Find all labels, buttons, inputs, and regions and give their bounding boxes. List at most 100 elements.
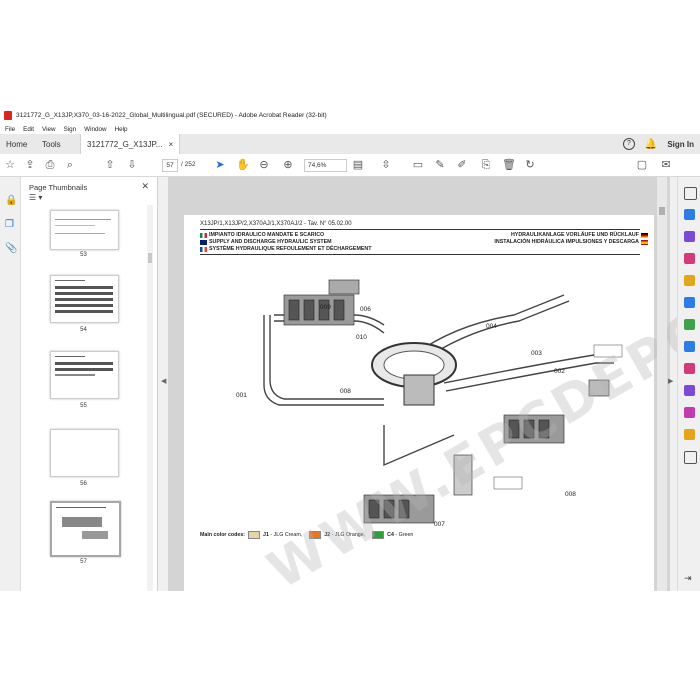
export-pdf-icon[interactable] (684, 209, 695, 220)
account-area: ? 🔔 Sign In (622, 134, 694, 154)
edit-pdf-icon[interactable] (684, 253, 695, 264)
more-tools-icon[interactable] (684, 451, 697, 464)
email-icon[interactable]: ✉ (660, 159, 672, 171)
callout-008-b: 008 (565, 491, 576, 498)
callout-003: 003 (531, 350, 542, 357)
left-navigation-rail: 🔒 ❐ 📎 (0, 177, 21, 591)
menu-file[interactable]: File (5, 126, 15, 133)
help-icon[interactable]: ? (622, 138, 635, 150)
share-icon[interactable]: ⎘ (480, 159, 492, 171)
thumbnail-page-56[interactable] (50, 429, 119, 477)
close-tab-icon[interactable]: × (168, 140, 173, 149)
callout-006: 006 (360, 306, 371, 313)
callout-008-a: 008 (340, 388, 351, 395)
attachments-icon[interactable]: 📎 (5, 243, 17, 254)
thumbnail-page-53[interactable] (50, 210, 119, 250)
thumbnails-list: 53 54 55 56 57 (21, 205, 157, 591)
tab-tools[interactable]: Tools (42, 134, 61, 154)
thumbnail-page-57-selected[interactable] (50, 501, 121, 557)
page-number-input[interactable]: 57 (162, 159, 178, 172)
spain-flag-icon (641, 239, 648, 245)
zoom-level-select[interactable]: 74,6% (304, 159, 347, 172)
germany-flag-icon (641, 232, 648, 238)
thumbnails-scrollbar[interactable] (147, 205, 153, 591)
menu-view[interactable]: View (42, 126, 56, 133)
page-total: / 252 (181, 161, 196, 168)
zoom-tool-icon[interactable] (684, 187, 697, 200)
callout-004: 004 (486, 323, 497, 330)
tab-document-label: 3121772_G_X13JP... (87, 139, 163, 149)
sign-in-button[interactable]: Sign In (667, 140, 694, 149)
scroll-mode-icon[interactable]: ⇳ (380, 159, 392, 171)
comment-tool-icon[interactable] (684, 275, 695, 286)
draw-icon[interactable]: ✐ (456, 159, 468, 171)
next-page-icon[interactable]: ⇩ (126, 159, 138, 171)
send-for-signature-icon[interactable] (684, 407, 695, 418)
lock-icon[interactable]: 🔒 (5, 195, 17, 206)
callout-007: 007 (434, 521, 445, 528)
thumbnail-label: 55 (80, 403, 87, 409)
thumbnail-label: 53 (80, 252, 87, 258)
print-icon[interactable]: ⎙ (44, 159, 56, 171)
organize-pages-icon[interactable] (684, 231, 695, 242)
menu-bar: File Edit View Sign Window Help (0, 124, 700, 134)
tab-home[interactable]: Home (6, 134, 27, 154)
optimize-pdf-icon[interactable] (684, 429, 695, 440)
measure-icon[interactable] (684, 385, 695, 396)
menu-window[interactable]: Window (84, 126, 106, 133)
window-title: 3121772_G_X13JP,X370_03-16-2022_Global_M… (16, 112, 327, 119)
acrobat-window: 3121772_G_X13JP,X370_03-16-2022_Global_M… (0, 107, 700, 601)
search-icon[interactable]: ⌕ (64, 159, 76, 171)
thumbnail-page-55[interactable] (50, 351, 119, 399)
menu-help[interactable]: Help (115, 126, 128, 133)
notifications-bell-icon[interactable]: 🔔 (645, 139, 657, 150)
menu-sign[interactable]: Sign (64, 126, 77, 133)
fit-page-icon[interactable]: ▤ (352, 159, 364, 171)
star-icon[interactable]: ☆ (4, 159, 16, 171)
thumbnail-page-54[interactable] (50, 275, 119, 323)
chat-icon[interactable]: ▢ (636, 159, 648, 171)
title-german: HYDRAULIKANLAGE VORLÄUFE UND RÜCKLAUF (511, 232, 650, 238)
legend-label: Main color codes: (200, 532, 246, 538)
title-spanish: INSTALACIÓN HIDRÁULICA IMPULSIONES Y DES… (494, 239, 650, 245)
title-french: SYSTÈME HYDRAULIQUE REFOULEMENT ET DÉCHA… (200, 246, 371, 252)
callout-010: 010 (356, 334, 367, 341)
combine-files-icon[interactable] (684, 297, 695, 308)
scan-ocr-icon[interactable] (684, 341, 695, 352)
cream-swatch (248, 531, 261, 539)
callout-009: 009 (320, 304, 331, 311)
title-italian: IMPIANTO IDRAULICO MANDATE E SCARICO (200, 232, 324, 238)
menu-edit[interactable]: Edit (23, 126, 34, 133)
thumbnail-label: 54 (80, 327, 87, 333)
close-panel-icon[interactable]: ✕ (141, 181, 149, 192)
zoom-out-icon[interactable]: ⊖ (258, 159, 270, 171)
delete-icon[interactable]: 🗑 (502, 159, 516, 171)
highlight-pen-icon[interactable]: ✎ (434, 159, 446, 171)
france-flag-icon (200, 246, 207, 252)
previous-page-icon[interactable]: ⇧ (104, 159, 116, 171)
protect-icon[interactable] (684, 363, 695, 374)
page-thumbnails-icon[interactable]: ❐ (5, 219, 14, 230)
rotate-icon[interactable]: ↻ (524, 159, 536, 171)
document-scrollbar[interactable] (657, 177, 667, 591)
italy-flag-icon (200, 232, 207, 238)
fill-sign-icon[interactable] (684, 319, 695, 330)
collapse-left-panel-icon[interactable]: ◀ (161, 377, 166, 385)
upload-cloud-icon[interactable]: ⇪ (24, 159, 36, 171)
page-header: X13JP/1,X13JP/2,X370AJ/1,X370AJ/2 - Tav.… (200, 221, 352, 227)
thumbnail-options-icon[interactable]: ☰ ▾ (29, 193, 42, 202)
collapse-tools-icon[interactable]: ⇥ (684, 573, 692, 584)
zoom-in-icon[interactable]: ⊕ (282, 159, 294, 171)
hand-tool-icon[interactable]: ✋ (236, 159, 250, 171)
pdf-app-icon (4, 111, 12, 120)
document-viewport[interactable]: X13JP/1,X13JP/2,X370AJ/1,X370AJ/2 - Tav.… (168, 177, 700, 601)
tab-document[interactable]: 3121772_G_X13JP... × (80, 134, 181, 154)
title-bar: 3121772_G_X13JP,X370_03-16-2022_Global_M… (0, 107, 700, 125)
select-cursor-icon[interactable]: ➤ (214, 159, 226, 171)
tab-bar: Home Tools 3121772_G_X13JP... × ? 🔔 Sign… (0, 134, 700, 155)
header-rule (200, 229, 640, 230)
callout-001: 001 (236, 392, 247, 399)
thumbnail-label: 57 (80, 559, 87, 565)
comment-icon[interactable]: ▭ (412, 159, 424, 171)
expand-right-panel-icon[interactable]: ▶ (668, 377, 673, 385)
